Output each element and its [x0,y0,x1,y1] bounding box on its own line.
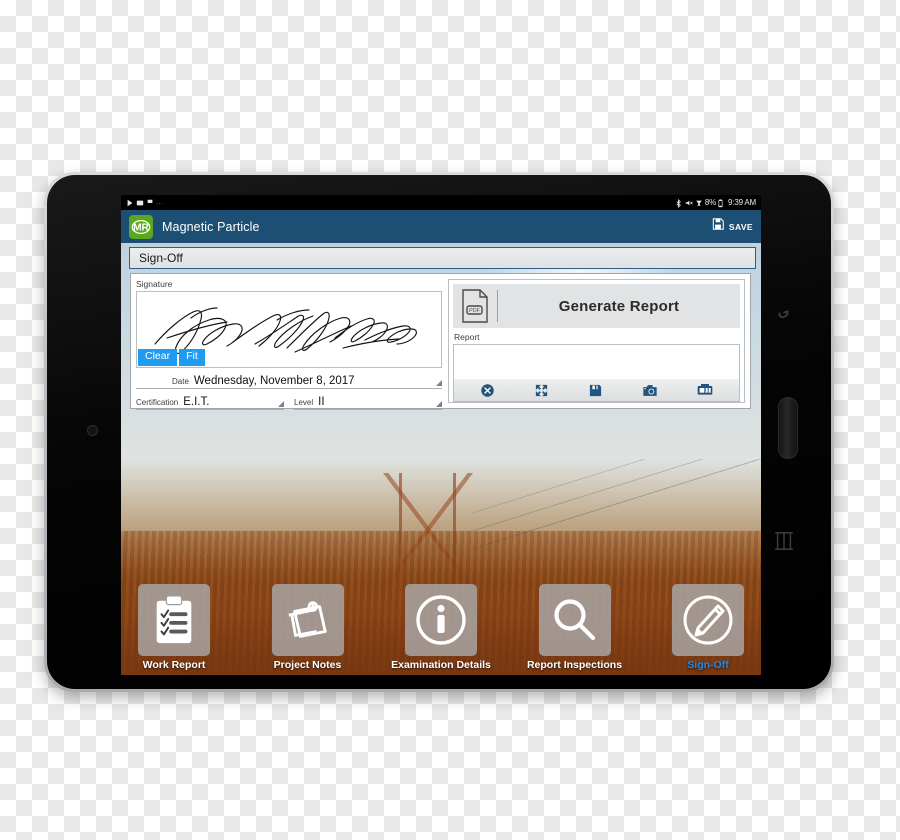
app-logo-icon[interactable]: MR [129,214,153,239]
nav-label-work-report: Work Report [142,659,206,671]
report-field-label: Report [454,332,480,342]
signature-label: Signature [136,279,173,289]
svg-text:MR: MR [133,222,149,233]
nav-label-examination-details: Examination Details [391,659,491,671]
battery-percent: 8% [704,198,717,207]
level-label: Level [294,398,314,407]
camera-icon[interactable] [642,383,658,398]
report-toolbar [454,379,739,401]
date-label: Date [172,377,189,386]
bottom-navigation: Work Report Project Notes Examination De… [121,563,761,675]
certification-field[interactable]: Certification E.I.T. [136,396,284,410]
play-notification-icon [126,199,134,207]
app-title: Magnetic Particle [162,219,260,234]
level-value: II [318,396,325,408]
save-button-label: SAVE [728,221,753,232]
status-overflow-dots: ... [156,199,164,206]
section-header: Sign-Off [129,247,756,269]
flag-notification-icon [146,199,154,207]
status-bar-system-icons: 8% 9:39 AM [675,198,756,208]
generate-report-label: Generate Report [558,297,680,315]
pdf-file-icon: PDF [453,289,497,323]
print-icon[interactable] [697,383,713,397]
signature-canvas[interactable]: Clear Fit [136,291,442,368]
nav-item-work-report[interactable]: Work Report [133,584,215,671]
back-arrow-icon[interactable] [773,305,795,327]
date-value: Wednesday, November 8, 2017 [193,375,355,387]
sticky-notes-icon [271,584,344,656]
front-camera [87,425,98,436]
certification-value: E.I.T. [183,396,210,408]
nav-label-report-inspections: Report Inspections [526,659,623,671]
fit-button[interactable]: Fit [179,349,205,366]
report-preview-box[interactable] [453,344,740,402]
chevron-down-icon [436,401,442,407]
status-bar-notifications: ... [126,199,163,207]
wifi-icon [695,199,703,207]
mute-icon [685,199,693,207]
chevron-down-icon [278,401,284,407]
fullscreen-icon[interactable] [534,383,549,398]
chevron-down-icon [436,380,442,386]
save-floppy-icon[interactable] [588,383,603,398]
nav-item-sign-off[interactable]: Sign-Off [667,584,749,671]
save-button[interactable]: SAVE [711,217,753,236]
signature-panel: Signature Clear Fit Date Wednesday, Nove… [136,279,442,410]
certification-label: Certification [136,398,179,407]
report-preview-content [454,345,739,379]
nav-item-report-inspections[interactable]: Report Inspections [527,584,622,671]
level-field[interactable]: Level II [294,396,442,410]
nav-label-project-notes: Project Notes [273,659,342,671]
app-bar: MR Magnetic Particle SAVE [121,210,761,243]
floppy-disk-icon [711,217,725,236]
signature-actions: Clear Fit [138,349,205,366]
nav-item-project-notes[interactable]: Project Notes [267,584,349,671]
svg-text:PDF: PDF [469,308,480,314]
tablet-device: ... 8% 9:39 AM MR Magnetic Particle SAVE… [44,172,834,692]
signoff-content-card: Signature Clear Fit Date Wednesday, Nove… [130,273,751,410]
nav-label-sign-off: Sign-Off [687,659,729,671]
info-circle-icon [405,584,477,656]
generate-report-button[interactable]: PDF Generate Report [453,284,740,328]
status-time: 9:39 AM [728,198,756,207]
magnifier-icon [538,584,611,656]
close-icon[interactable] [480,383,495,398]
image-notification-icon [136,199,144,207]
clipboard-checklist-icon [138,584,210,656]
status-bar: ... 8% 9:39 AM [121,195,761,210]
pen-circle-icon [672,584,744,656]
bluetooth-icon [675,198,683,208]
section-title: Sign-Off [139,251,183,265]
report-panel: PDF Generate Report Report [448,279,745,403]
recents-bars-icon[interactable] [773,530,795,552]
clear-button[interactable]: Clear [138,349,178,366]
battery-icon [718,198,726,207]
date-field[interactable]: Date Wednesday, November 8, 2017 [136,375,442,389]
nav-item-examination-details[interactable]: Examination Details [391,584,491,671]
tablet-bezel: ... 8% 9:39 AM MR Magnetic Particle SAVE… [47,175,831,689]
home-pill-icon[interactable] [778,397,798,459]
tablet-screen: ... 8% 9:39 AM MR Magnetic Particle SAVE… [121,195,761,675]
certification-row: Certification E.I.T. Level II [136,396,442,410]
